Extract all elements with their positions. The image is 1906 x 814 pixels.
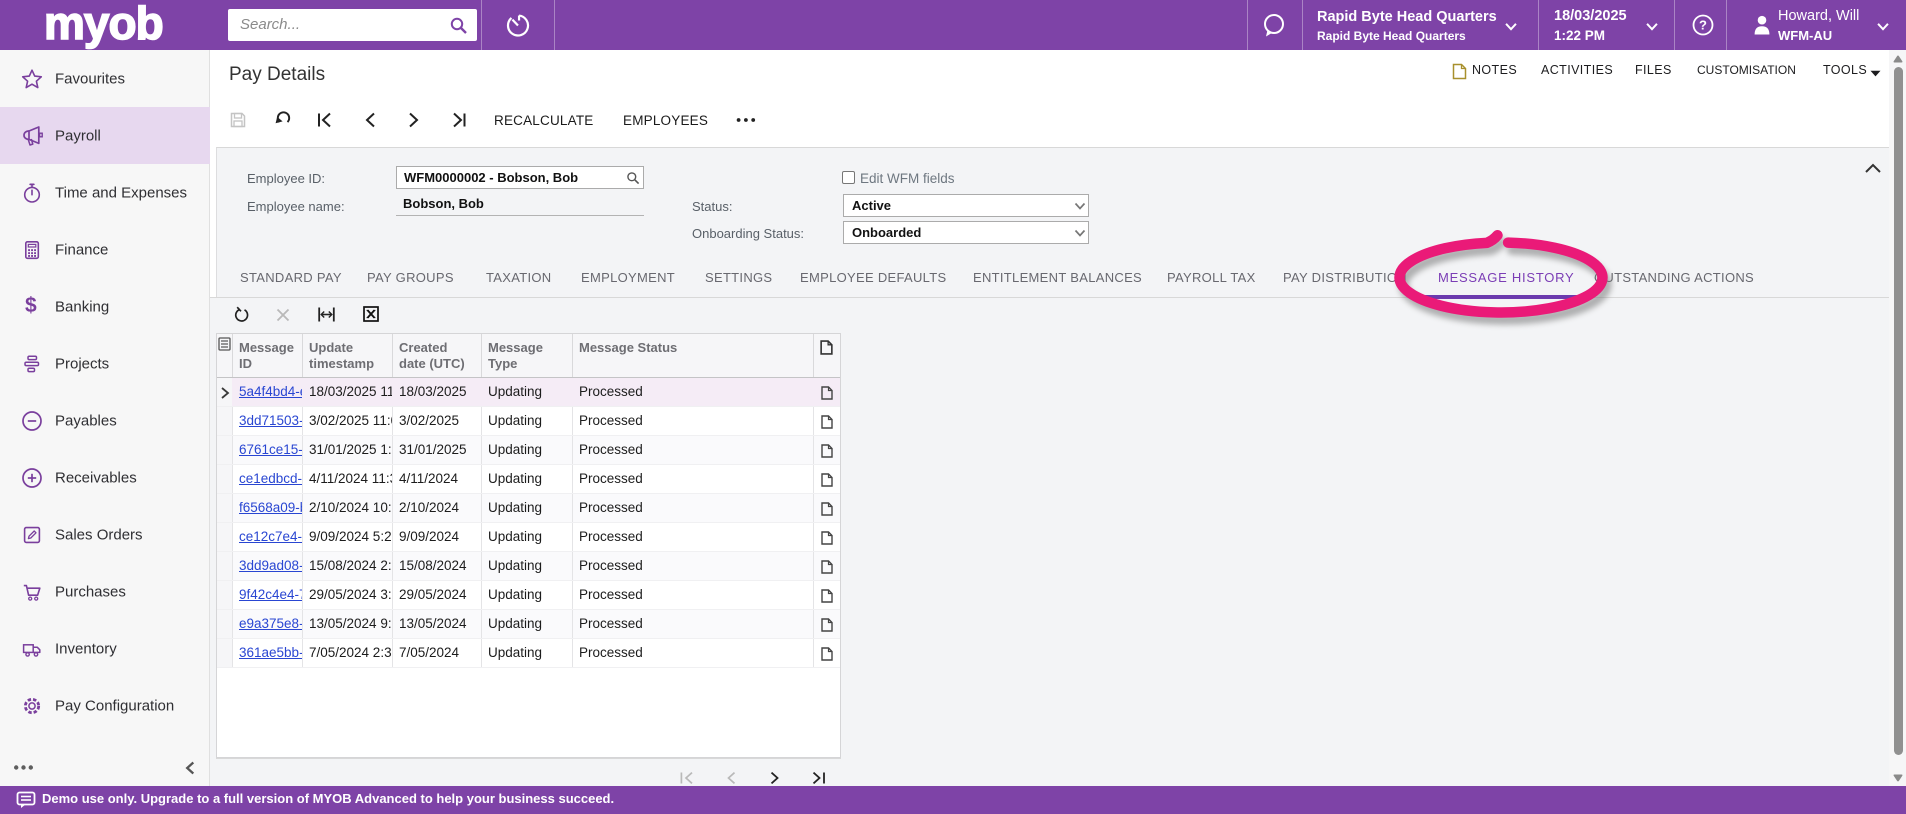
svg-text:?: ?: [1699, 18, 1707, 33]
